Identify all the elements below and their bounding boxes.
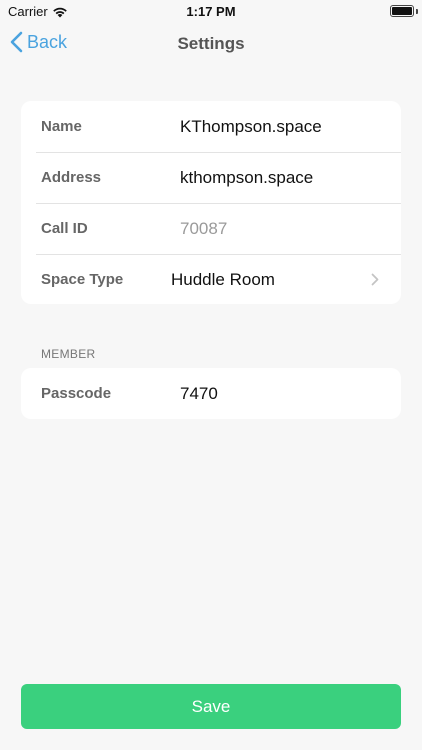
call-id-label: Call ID: [41, 220, 88, 237]
battery-icon: [390, 5, 414, 17]
passcode-row[interactable]: Passcode 7470: [21, 368, 401, 419]
name-label: Name: [41, 118, 82, 135]
passcode-field[interactable]: 7470: [180, 384, 218, 404]
battery-cap: [416, 9, 418, 14]
space-type-row[interactable]: Space Type Huddle Room: [21, 254, 401, 304]
call-id-value: 70087: [180, 218, 228, 238]
save-button[interactable]: Save: [21, 684, 401, 729]
settings-screen: Carrier 1:17 PM Back Settings Name KThom…: [0, 0, 422, 750]
navigation-bar: Back Settings: [0, 22, 422, 66]
page-title: Settings: [177, 34, 245, 53]
member-settings-group: Passcode 7470: [21, 368, 401, 419]
space-type-value: Huddle Room: [171, 269, 275, 289]
name-row[interactable]: Name KThompson.space: [21, 101, 401, 152]
address-row[interactable]: Address kthompson.space: [21, 152, 401, 203]
chevron-right-icon: [371, 273, 379, 286]
passcode-label: Passcode: [41, 385, 112, 402]
battery-fill: [392, 7, 412, 15]
address-label: Address: [41, 169, 102, 186]
status-bar: Carrier 1:17 PM: [0, 0, 422, 22]
member-section-header: MEMBER: [41, 347, 96, 361]
space-settings-group: Name KThompson.space Address kthompson.s…: [21, 101, 401, 304]
name-field[interactable]: KThompson.space: [180, 117, 322, 137]
call-id-row: Call ID 70087: [21, 203, 401, 254]
space-type-label: Space Type: [41, 271, 124, 288]
status-time: 1:17 PM: [186, 4, 236, 19]
address-field[interactable]: kthompson.space: [180, 168, 313, 188]
